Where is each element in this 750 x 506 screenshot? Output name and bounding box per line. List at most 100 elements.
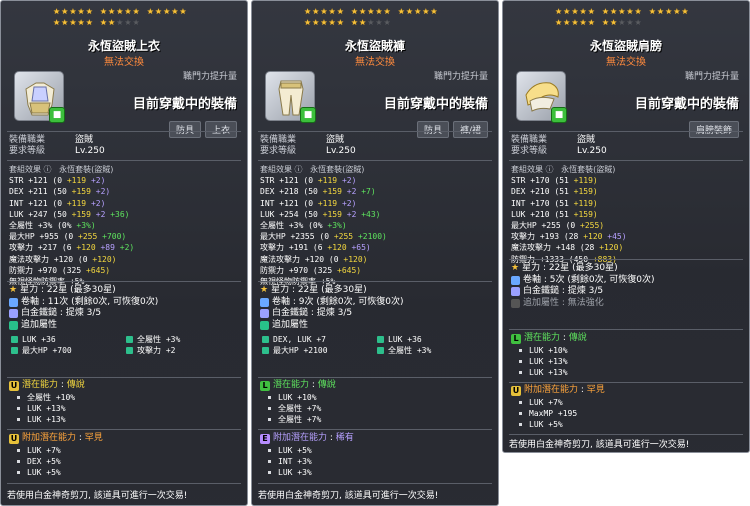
divider — [509, 131, 743, 132]
lock-icon: ■ — [49, 107, 65, 123]
divider — [7, 281, 241, 282]
potential-line: LUK +13% — [9, 403, 241, 414]
enhance-section: ★ 星力 : 22星 (最多30星) 卷軸 : 9次 (剩餘0次, 可恢復0次) … — [260, 285, 492, 331]
req-level-label: 要求等級 — [511, 146, 548, 156]
stat-row: 全屬性 +3% (0% +3%) — [9, 221, 96, 231]
potential-section: L 潛在能力 : 傳說 LUK +10% 全屬性 +7% 全屬性 +7% — [260, 380, 492, 425]
divider — [509, 259, 743, 260]
add-option-grid: DEX, LUK +7 LUK +36 最大HP +2100 全屬性 +3% — [260, 334, 492, 356]
option-bullet-icon — [126, 347, 133, 354]
option-bullet-icon — [377, 336, 384, 343]
stat-list: 套組效果 ⓘ 永恆套裝(盜賊) STR +121 (0 +119 +2) DEX… — [9, 164, 241, 287]
scissors-notice: 若使用白金神奇剪刀, 該道具可進行一次交易! — [509, 440, 690, 450]
set-effect-row: 套組效果 ⓘ 永恆套裝(盜賊) — [9, 165, 114, 174]
ability-increase-label: 職門力提升量 — [433, 72, 488, 82]
item-name: 永恆盜賊肩膀 — [589, 39, 662, 53]
scroll-icon — [511, 275, 520, 285]
add-potential-line: LUK +7% — [9, 445, 241, 456]
star-icon: ★ — [260, 285, 269, 296]
potential-header: U 潛在能力 : 傳說 — [9, 380, 85, 391]
divider — [509, 382, 743, 383]
add-potential-section: U 附加潛在能力 : 罕見 LUK +7% MaxMP +195 LUK +5% — [511, 385, 743, 430]
stat-row: 攻擊力 +193 (28 +120 +45) — [511, 232, 627, 242]
item-name: 永恆盜賊上衣 — [87, 39, 160, 53]
lock-icon: ■ — [551, 107, 567, 123]
stat-row: 攻擊力 +191 (6 +120 +65) — [260, 243, 371, 253]
scissors-notice: 若使用白金神奇剪刀, 該道具可進行一次交易! — [7, 491, 188, 501]
stat-row: LUK +254 (50 +159 +2 +43) — [260, 209, 381, 219]
potential-header: L 潛在能力 : 傳說 — [260, 380, 492, 392]
stat-row: STR +170 (51 +119) — [511, 176, 598, 186]
category-tag: 防具 — [416, 121, 449, 138]
set-effect-label: 套組效果 — [260, 165, 292, 174]
add-potential-line: LUK +3% — [260, 467, 492, 478]
starforce-row: ★ 星力 : 22星 (最多30星) — [260, 285, 367, 296]
divider — [509, 329, 743, 330]
requirements: 裝備職業 盜賊 要求等級 Lv.250 — [511, 135, 607, 157]
add-potential-header: E 附加潛在能力 : 稀有 — [260, 433, 492, 445]
divider — [258, 160, 492, 161]
stat-row: DEX +211 (50 +159 +2) — [9, 187, 111, 197]
add-potential-line: LUK +5% — [9, 467, 241, 478]
potential-line: 全屬性 +7% — [260, 414, 492, 425]
req-level: Lv.250 — [326, 146, 356, 156]
stat-row: LUK +210 (51 +159) — [511, 209, 598, 219]
item-tooltip-pants: ★★★★★ ★★★★★ ★★★★★ ★★★★★ ★★★★★ 永恆盜賊褲 無法交換 職門… — [251, 0, 499, 506]
option-bullet-icon — [377, 347, 384, 354]
stat-row: 最大HP +955 (0 +255 +700) — [9, 232, 127, 242]
req-level-label: 要求等級 — [260, 146, 297, 156]
add-potential-header: U 附加潛在能力 : 罕見 — [511, 385, 605, 396]
stat-row: 防禦力 +970 (325 +645) — [9, 265, 111, 275]
divider — [258, 131, 492, 132]
lock-icon: ■ — [300, 107, 316, 123]
stat-row: STR +121 (0 +119 +2) — [260, 176, 357, 186]
option-bullet-icon — [11, 347, 18, 354]
enhance-section: ★ 星力 : 22星 (最多30星) 卷軸 : 5次 (剩餘0次, 可恢復0次) … — [511, 263, 743, 309]
add-option-header: 追加屬性 — [260, 320, 492, 332]
category-tag: 肩膀裝飾 — [688, 121, 739, 138]
stat-row: 魔法攻擊力 +120 (0 +120) — [9, 254, 117, 264]
req-job-label: 裝備職業 — [260, 135, 297, 145]
starforce-row: ★ 星力 : 22星 (最多30星) — [511, 263, 618, 274]
add-potential-line: LUK +7% — [511, 397, 743, 408]
star-icon: ★ — [9, 285, 18, 296]
stat-row: 防禦力 +970 (325 +645) — [260, 265, 362, 275]
item-icon: ■ — [14, 71, 65, 123]
divider — [258, 377, 492, 378]
add-potential-section: U 附加潛在能力 : 罕見 LUK +7% DEX +5% LUK +5% — [9, 433, 241, 478]
scroll-row: 卷軸 : 5次 (剩餘0次, 可恢復0次) — [511, 275, 743, 287]
requirements: 裝備職業 盜賊 要求等級 Lv.250 — [260, 135, 356, 157]
set-effect-row: 套組效果 ⓘ 永恆套裝(盜賊) — [260, 165, 365, 174]
potential-line: 全屬性 +10% — [9, 392, 241, 403]
stat-list: 套組效果 ⓘ 永恆套裝(盜賊) STR +170 (51 +119) DEX +… — [511, 164, 743, 265]
potential-section: U 潛在能力 : 傳說 全屬性 +10% LUK +13% LUK +13% — [9, 380, 241, 425]
add-option-item: LUK +36 — [11, 334, 126, 345]
add-option-header: 追加屬性 — [9, 320, 241, 332]
divider — [7, 377, 241, 378]
potential-line: LUK +10% — [260, 392, 492, 403]
set-name: 永恆套裝(盜賊) — [59, 165, 114, 174]
category-tags: 防具 上衣 — [168, 121, 237, 138]
category-tags: 防具 褲/裙 — [416, 121, 488, 138]
stat-list: 套組效果 ⓘ 永恆套裝(盜賊) STR +121 (0 +119 +2) DEX… — [260, 164, 492, 287]
hammer-row: 白金鐵鎚 : 提煉 3/5 — [511, 286, 743, 298]
stat-row: 攻擊力 +217 (6 +120 +89 +2) — [9, 243, 135, 253]
potential-line: 全屬性 +7% — [260, 403, 492, 414]
equipped-label: 目前穿戴中的裝備 — [383, 97, 488, 112]
potential-header: L 潛在能力 : 傳說 — [511, 333, 743, 345]
trade-status: 無法交換 — [355, 57, 395, 68]
divider — [258, 281, 492, 282]
divider — [258, 483, 492, 484]
stat-row: STR +121 (0 +119 +2) — [9, 176, 106, 186]
starforce-row: ★ 星力 : 22星 (最多30星) — [9, 285, 116, 296]
hammer-icon — [9, 309, 18, 319]
ability-increase-label: 職門力提升量 — [182, 72, 237, 82]
add-potential-section: E 附加潛在能力 : 稀有 LUK +5% INT +3% LUK +3% — [260, 433, 492, 478]
add-option-icon — [9, 320, 18, 330]
item-icon: ■ — [516, 71, 567, 123]
stat-row: DEX +218 (50 +159 +2 +7) — [260, 187, 376, 197]
stat-row: 全屬性 +3% (0% +3%) — [260, 221, 347, 231]
potential-line: LUK +13% — [9, 414, 241, 425]
star-icon: ★ — [511, 263, 520, 274]
hammer-icon — [511, 287, 520, 297]
